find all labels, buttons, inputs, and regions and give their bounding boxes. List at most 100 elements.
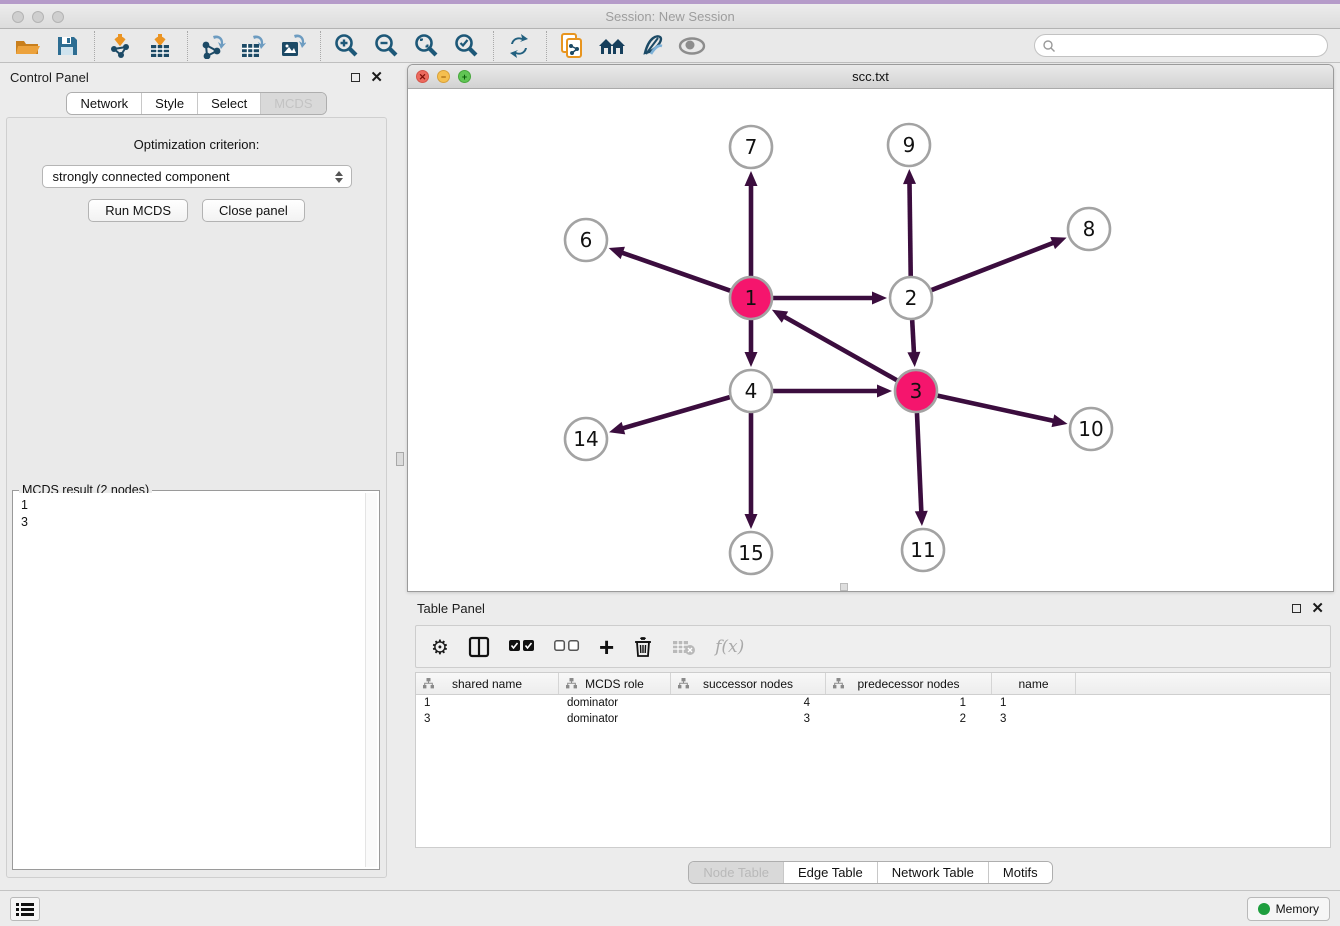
graph-edge-2-3[interactable] (912, 320, 914, 354)
graph-node-label: 1 (745, 286, 758, 310)
graph-edge-arrowhead (1050, 237, 1066, 249)
tab-mcds[interactable]: MCDS (261, 93, 325, 114)
node-table: shared name MCDS role successor nodes pr… (415, 672, 1331, 848)
graph-node-label: 14 (573, 427, 598, 451)
graph-edge-1-6[interactable] (621, 252, 730, 290)
add-row-button[interactable]: + (599, 637, 614, 657)
duplicate-network-button[interactable] (557, 32, 587, 60)
graph-edge-arrowhead (745, 171, 758, 186)
cell-predecessor-nodes[interactable]: 2 (826, 711, 992, 727)
save-session-button[interactable] (52, 32, 82, 60)
tab-motifs[interactable]: Motifs (989, 862, 1052, 883)
export-table-button[interactable] (238, 32, 268, 60)
column-header-successor-nodes[interactable]: successor nodes (671, 673, 826, 694)
open-session-button[interactable] (12, 32, 42, 60)
export-table-icon (240, 33, 266, 59)
mcds-tab-content: Optimization criterion: strongly connect… (6, 117, 387, 878)
zoom-selected-button[interactable] (451, 32, 481, 60)
column-header-name[interactable]: name (992, 673, 1076, 694)
cell-successor-nodes[interactable]: 4 (671, 695, 826, 711)
result-scrollbar[interactable] (365, 493, 377, 867)
toolbar-separator (187, 31, 188, 61)
main-toolbar (0, 29, 1340, 63)
gear-icon: ⚙ (431, 637, 449, 657)
plus-icon: + (599, 637, 614, 657)
graph-node-label: 8 (1083, 217, 1096, 241)
tab-node-table[interactable]: Node Table (689, 862, 784, 883)
cell-mcds-role[interactable]: dominator (559, 695, 671, 711)
panel-splitter-handle[interactable] (396, 452, 404, 466)
select-all-button[interactable] (509, 640, 535, 653)
eye-button[interactable] (677, 32, 707, 60)
tab-edge-table[interactable]: Edge Table (784, 862, 878, 883)
export-image-button[interactable] (278, 32, 308, 60)
float-table-panel-icon[interactable] (1292, 604, 1301, 613)
graph-edge-3-11[interactable] (917, 413, 921, 513)
zoom-out-button[interactable] (371, 32, 401, 60)
close-panel-button[interactable]: Close panel (202, 199, 305, 222)
refresh-icon (506, 33, 532, 59)
graph-edge-arrowhead (745, 352, 758, 367)
cell-shared-name[interactable]: 3 (416, 711, 559, 727)
close-table-panel-icon[interactable]: ✕ (1311, 601, 1324, 616)
export-network-button[interactable] (198, 32, 228, 60)
import-table-button[interactable] (145, 32, 175, 60)
search-input[interactable] (1056, 37, 1327, 55)
graph-edge-4-14[interactable] (622, 397, 730, 429)
network-graph[interactable]: 7968124314101511 (408, 89, 1334, 592)
toolbar-separator (493, 31, 494, 61)
cell-successor-nodes[interactable]: 3 (671, 711, 826, 727)
column-header-mcds-role[interactable]: MCDS role (559, 673, 671, 694)
mcds-result-text[interactable]: 1 3 (15, 493, 365, 867)
graph-edge-arrowhead (907, 352, 920, 367)
tab-select[interactable]: Select (198, 93, 261, 114)
graph-edge-3-1[interactable] (783, 316, 897, 380)
houses-button[interactable] (597, 32, 627, 60)
network-window-titlebar[interactable]: ✕ − + scc.txt (408, 65, 1333, 89)
refresh-layout-button[interactable] (504, 32, 534, 60)
zoom-fit-button[interactable] (411, 32, 441, 60)
houses-icon (597, 34, 627, 58)
import-table-icon (149, 33, 171, 59)
close-panel-icon[interactable]: ✕ (370, 70, 383, 85)
float-panel-icon[interactable] (351, 73, 360, 82)
column-header-shared-name[interactable]: shared name (416, 673, 559, 694)
search-field[interactable] (1034, 34, 1328, 57)
select-all-icon (509, 640, 535, 653)
tab-network[interactable]: Network (67, 93, 142, 114)
zoom-in-icon (333, 33, 359, 59)
split-columns-button[interactable] (468, 636, 490, 658)
graph-edge-2-8[interactable] (932, 242, 1055, 290)
table-header-row: shared name MCDS role successor nodes pr… (416, 673, 1330, 695)
clear-selection-button[interactable] (554, 640, 580, 653)
import-network-button[interactable] (105, 32, 135, 60)
cell-name[interactable]: 3 (992, 711, 1076, 727)
tab-network-table[interactable]: Network Table (878, 862, 989, 883)
optimization-criterion-dropdown[interactable]: strongly connected component (42, 165, 352, 188)
graph-edge-arrowhead (915, 511, 928, 526)
graph-edge-arrowhead (745, 514, 758, 529)
graph-node-label: 15 (738, 541, 763, 565)
application-window: Session: New Session (0, 0, 1340, 926)
zoom-in-button[interactable] (331, 32, 361, 60)
run-mcds-button[interactable]: Run MCDS (88, 199, 188, 222)
tab-style[interactable]: Style (142, 93, 198, 114)
table-row[interactable]: 3 dominator 3 2 3 (416, 711, 1330, 727)
canvas-scroll-handle[interactable] (840, 583, 848, 591)
task-history-button[interactable] (10, 897, 40, 921)
style-toggle-button[interactable] (637, 32, 667, 60)
memory-button[interactable]: Memory (1247, 897, 1330, 921)
cell-name[interactable]: 1 (992, 695, 1076, 711)
column-header-predecessor-nodes[interactable]: predecessor nodes (826, 673, 992, 694)
main-titlebar: Session: New Session (0, 4, 1340, 29)
graph-edge-2-9[interactable] (909, 182, 910, 276)
mcds-result-box: MCDS result (2 nodes) 1 3 (12, 490, 380, 870)
cell-predecessor-nodes[interactable]: 1 (826, 695, 992, 711)
graph-edge-3-10[interactable] (937, 396, 1054, 421)
table-settings-button[interactable]: ⚙ (431, 637, 449, 657)
delete-row-button[interactable] (633, 636, 653, 658)
network-canvas[interactable]: 7968124314101511 (408, 89, 1334, 592)
cell-shared-name[interactable]: 1 (416, 695, 559, 711)
cell-mcds-role[interactable]: dominator (559, 711, 671, 727)
table-row[interactable]: 1 dominator 4 1 1 (416, 695, 1330, 711)
